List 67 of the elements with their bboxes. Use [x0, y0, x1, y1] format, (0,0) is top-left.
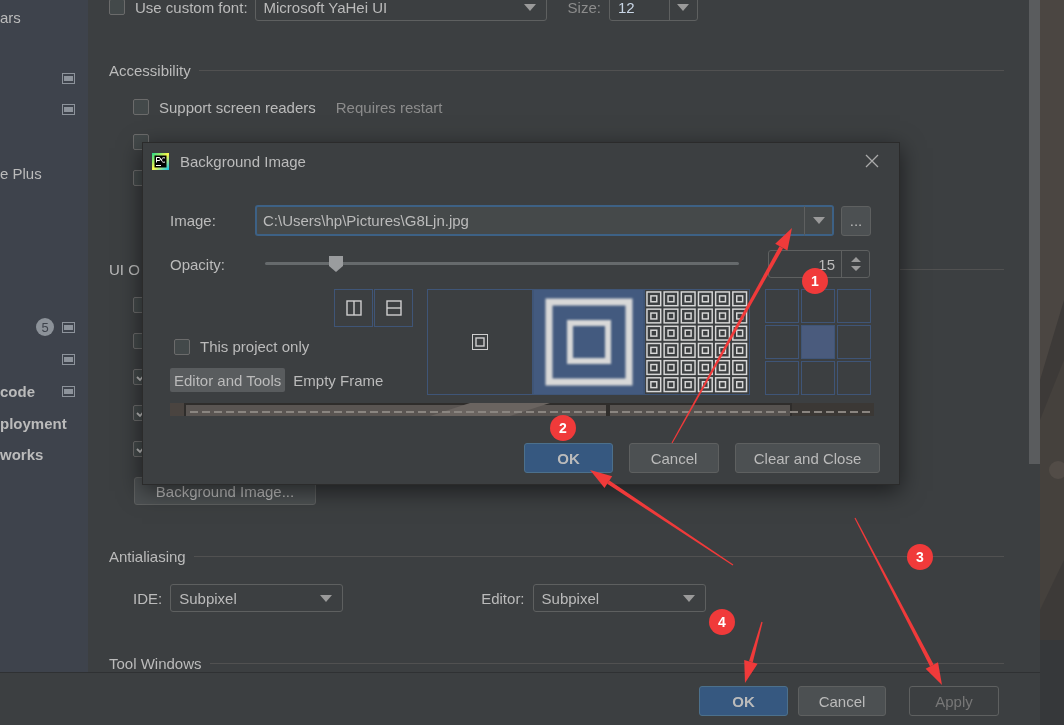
app-logo-icon	[152, 152, 169, 170]
anchor-cell[interactable]	[801, 361, 835, 395]
anchor-cell[interactable]	[837, 325, 871, 359]
anchor-cell[interactable]	[765, 361, 799, 395]
ok-button[interactable]: OK	[699, 686, 788, 716]
editor-dropdown[interactable]: Subpixel	[532, 584, 706, 612]
caret-icon	[682, 594, 695, 602]
section-title: Antialiasing	[109, 547, 186, 565]
caret-icon	[320, 594, 333, 602]
dialog-title: Background Image	[180, 152, 306, 170]
checkbox[interactable]	[174, 338, 190, 355]
sidebar-item[interactable]: e Plus	[0, 164, 75, 182]
dialog-button[interactable]: Cancel	[798, 686, 886, 716]
split-vertical-button[interactable]	[334, 289, 373, 327]
font-dropdown[interactable]: Microsoft YaHei UI	[254, 0, 547, 21]
caret-icon	[677, 3, 690, 11]
opacity-slider[interactable]	[265, 255, 739, 273]
sidebar-item[interactable]: ars	[0, 8, 75, 26]
framed-square-icon	[472, 334, 488, 350]
ok-button[interactable]: OK	[524, 443, 613, 473]
anchor-cell[interactable]	[837, 289, 871, 323]
count-badge: 5	[36, 318, 54, 336]
stepper-arrows-icon[interactable]	[849, 256, 862, 272]
target-tab[interactable]: Empty Frame	[289, 368, 388, 392]
checkbox[interactable]	[109, 0, 125, 15]
dropdown-button[interactable]	[805, 205, 834, 236]
option-label: Support screen readers	[159, 98, 316, 116]
annotation-arrow	[744, 621, 763, 683]
image-label: Image:	[170, 212, 217, 229]
sidebar-item[interactable]: code	[0, 382, 62, 400]
ide-dropdown[interactable]: Subpixel	[170, 584, 344, 612]
ide-label: IDE:	[133, 589, 163, 607]
target-tab[interactable]: Editor and Tools	[170, 368, 286, 392]
size-label: Size:	[567, 0, 601, 16]
opacity-label: Opacity:	[170, 255, 227, 273]
split-horizontal-button[interactable]	[374, 289, 413, 327]
option-label: Use custom font:	[135, 0, 248, 16]
browse-button[interactable]: ...	[841, 205, 871, 236]
editor-label: Editor:	[481, 589, 525, 607]
option-label: This project only	[200, 338, 310, 355]
dialog-button[interactable]: Cancel	[629, 443, 719, 473]
caret-icon	[812, 217, 825, 224]
image-path-field[interactable]: C:\Users\hp\Pictures\G8Ljn.jpg	[255, 205, 805, 236]
anchor-cell[interactable]	[801, 325, 835, 359]
section-title: UI O	[109, 260, 140, 278]
tiled-squares-icon	[645, 290, 749, 394]
section-title: Accessibility	[109, 61, 191, 79]
fill-mode-option[interactable]	[533, 289, 644, 395]
sidebar-item[interactable]: works	[0, 445, 75, 463]
sidebar-item[interactable]: ployment	[0, 414, 75, 432]
scrollbar-thumb[interactable]	[1029, 0, 1040, 464]
checkbox[interactable]	[133, 99, 149, 115]
anchor-cell[interactable]	[837, 361, 871, 395]
anchor-cell[interactable]	[765, 325, 799, 359]
dialog-button[interactable]: Clear and Close	[735, 443, 880, 473]
rows-icon	[385, 300, 402, 316]
size-dropdown[interactable]: 12	[608, 0, 698, 21]
step-number-badge: 4	[709, 609, 735, 635]
section-title: Tool Windows	[109, 654, 202, 672]
fill-mode-option[interactable]	[644, 289, 750, 395]
anchor-cell[interactable]	[765, 289, 799, 323]
caret-icon	[523, 3, 536, 11]
slider-thumb[interactable]	[328, 255, 345, 273]
step-number-badge: 3	[907, 544, 933, 570]
hint-text: Requires restart	[335, 98, 443, 116]
close-icon[interactable]	[865, 154, 879, 168]
columns-icon	[345, 300, 362, 316]
